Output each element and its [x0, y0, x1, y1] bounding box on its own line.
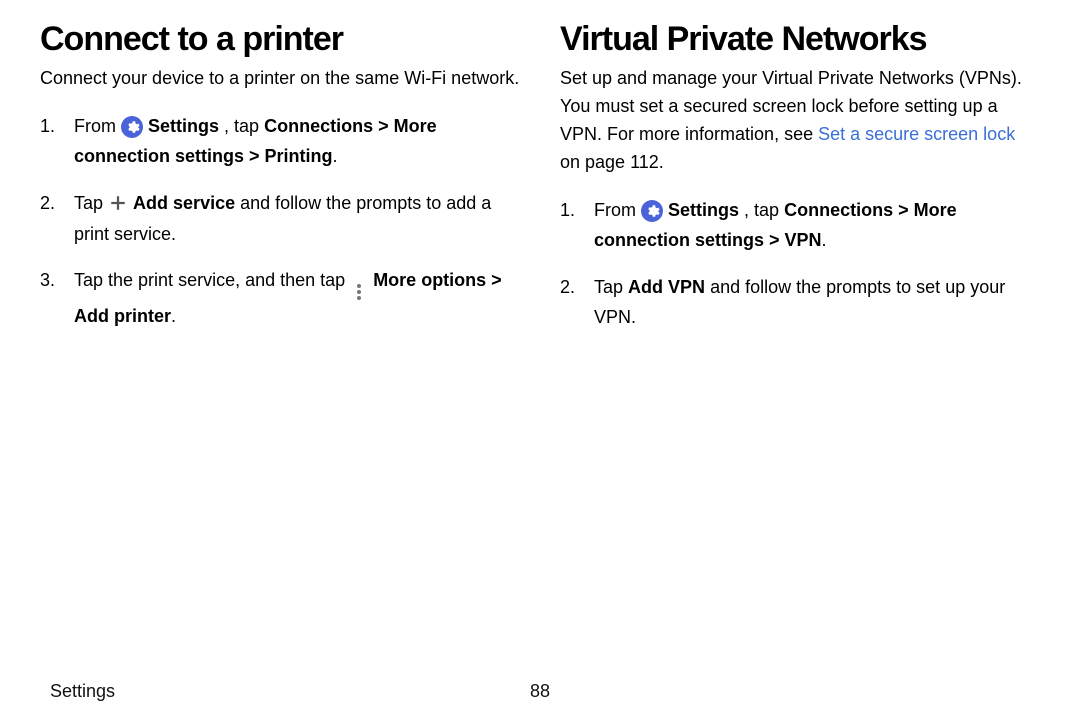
- step-1: From Settings , tap Connections > More c…: [40, 111, 520, 172]
- heading-vpn: Virtual Private Networks: [560, 20, 1040, 59]
- step-1: From Settings , tap Connections > More c…: [560, 195, 1040, 256]
- steps-list: From Settings , tap Connections > More c…: [560, 195, 1040, 333]
- step-2: Tap Add service and follow the prompts t…: [40, 188, 520, 249]
- left-column: Connect to a printer Connect your device…: [40, 20, 520, 349]
- right-column: Virtual Private Networks Set up and mana…: [560, 20, 1040, 349]
- step-text: , tap: [744, 200, 784, 220]
- intro-part: on page 112.: [560, 152, 664, 172]
- step-text: .: [822, 230, 827, 250]
- footer-page-number: 88: [530, 681, 550, 702]
- link-secure-screen-lock[interactable]: Set a secure screen lock: [818, 124, 1015, 144]
- intro-text: Set up and manage your Virtual Private N…: [560, 65, 1040, 177]
- heading-connect-printer: Connect to a printer: [40, 20, 520, 59]
- step-2: Tap Add VPN and follow the prompts to se…: [560, 272, 1040, 333]
- steps-list: From Settings , tap Connections > More c…: [40, 111, 520, 332]
- page-footer: Settings 88: [50, 681, 1030, 702]
- settings-gear-icon: [121, 116, 143, 138]
- step-3: Tap the print service, and then tap More…: [40, 265, 520, 332]
- more-options-icon: [352, 283, 366, 301]
- footer-section: Settings: [50, 681, 115, 702]
- step-text: From: [74, 116, 121, 136]
- content-columns: Connect to a printer Connect your device…: [40, 20, 1040, 349]
- step-text: .: [333, 146, 338, 166]
- settings-gear-icon: [641, 200, 663, 222]
- step-text: , tap: [224, 116, 264, 136]
- bold-add-vpn: Add VPN: [628, 277, 705, 297]
- intro-text: Connect your device to a printer on the …: [40, 65, 520, 93]
- step-text: Tap: [594, 277, 628, 297]
- bold-settings: Settings: [148, 116, 219, 136]
- bold-settings: Settings: [668, 200, 739, 220]
- plus-add-icon: [108, 193, 128, 213]
- bold-add-service: Add service: [133, 193, 235, 213]
- step-text: Tap the print service, and then tap: [74, 270, 350, 290]
- step-text: Tap: [74, 193, 108, 213]
- step-text: From: [594, 200, 641, 220]
- step-text: .: [171, 306, 176, 326]
